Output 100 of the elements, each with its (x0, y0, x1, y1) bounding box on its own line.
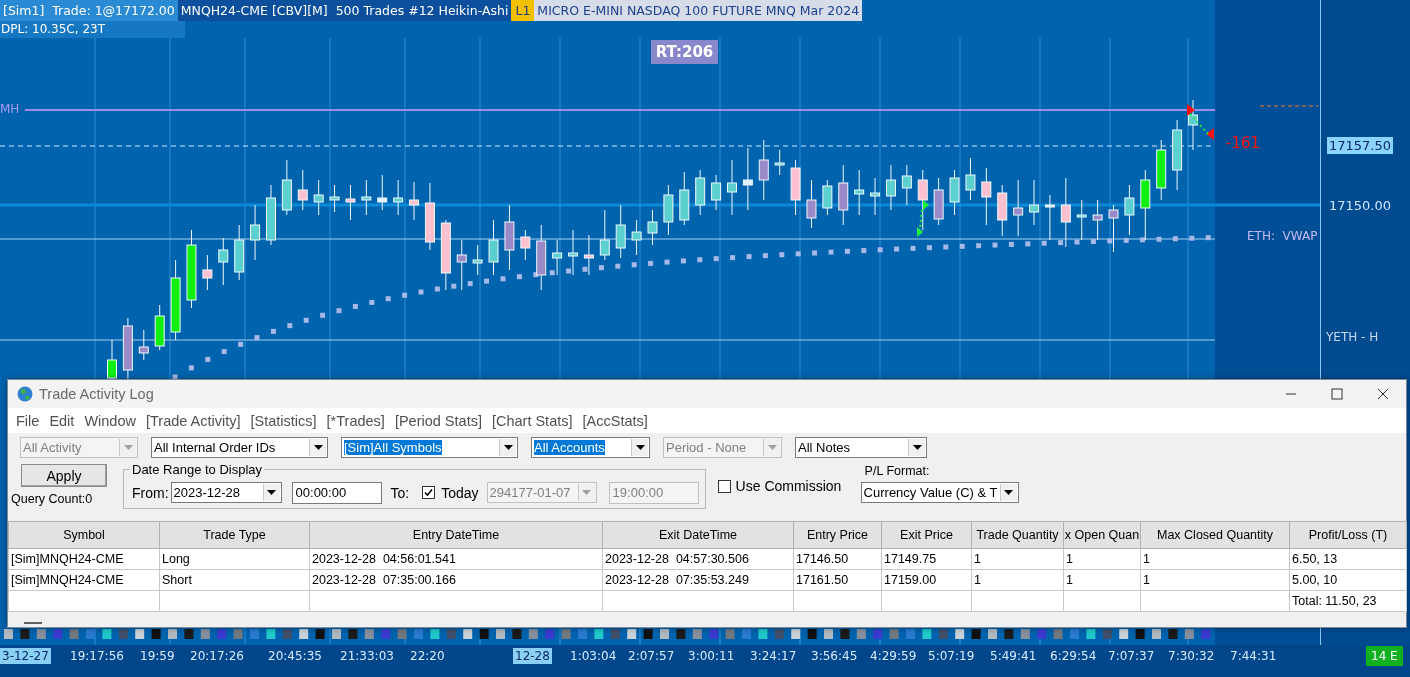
dropdown[interactable]: Currency Value (C) & T (860, 482, 1019, 503)
candlestick (727, 159, 737, 216)
table-cell: [Sim]MNQH24-CME (8, 569, 160, 591)
candlestick (742, 147, 753, 211)
trade-marker-icon (923, 200, 929, 210)
line-label: YETH - H (1326, 330, 1379, 344)
candlestick (1172, 119, 1183, 191)
candlestick (917, 169, 928, 231)
column-header[interactable]: Entry Price (793, 521, 882, 549)
column-header[interactable]: Exit DateTime (602, 521, 794, 549)
candlestick (663, 184, 674, 236)
format-label: P/L Format: (864, 464, 931, 478)
close-icon (1377, 388, 1389, 400)
symbol-label: MNQH24-CME [CBV][M] 500 Trades #12 Heikin-Ashi (177, 0, 512, 21)
time-label: 5:07:19 (927, 648, 976, 664)
splitter-handle-icon[interactable] (24, 621, 42, 625)
candlestick (488, 219, 499, 276)
dropdown[interactable]: 294177-01-07 (486, 482, 597, 503)
menu-item[interactable]: [Chart Stats] (488, 412, 580, 429)
candlestick (1156, 139, 1167, 201)
candlestick (1108, 204, 1119, 253)
trade-marker-icon (1187, 104, 1195, 116)
candlestick (854, 169, 865, 216)
candlestick (345, 184, 356, 221)
table-cell: 2023-12-28 07:35:00.166 (309, 569, 603, 591)
time-label: 7:30:32 (1167, 648, 1216, 664)
table-cell: 17146.50 (793, 548, 882, 570)
menu-item[interactable]: [Trade Activity] (142, 412, 248, 429)
candlestick (679, 171, 690, 226)
dropdown-arrow-icon (912, 445, 922, 450)
time-label: 5:49:41 (989, 648, 1038, 664)
today-label: Today (441, 484, 479, 501)
dropdown-arrow-icon (635, 445, 645, 450)
candlestick (1044, 194, 1055, 241)
use-commission-checkbox[interactable] (717, 479, 731, 493)
candlestick (965, 157, 976, 201)
dropdown-arrow-icon (1004, 490, 1014, 495)
candlestick (536, 224, 547, 291)
dropdown-arrow-icon (582, 490, 592, 495)
to-label: To: (390, 484, 410, 501)
time-label: 12-28 (513, 648, 552, 664)
candlestick (647, 209, 658, 246)
table-cell: 2023-12-28 04:56:01.541 (309, 548, 603, 570)
time-field[interactable]: 00:00:00 (291, 481, 382, 504)
today-checkbox[interactable] (422, 486, 436, 499)
column-header[interactable]: Symbol (8, 521, 160, 549)
column-header[interactable]: x Open Quan (1063, 521, 1141, 549)
candlestick (154, 304, 165, 351)
window-title: Trade Activity Log (39, 386, 155, 402)
column-header[interactable]: Trade Type (159, 521, 310, 549)
menu-item[interactable]: [*Trades] (323, 412, 392, 429)
candlestick (552, 239, 563, 276)
candlestick (520, 229, 531, 261)
trade-connector-line (919, 209, 923, 229)
candlestick (583, 234, 594, 276)
candlestick (822, 179, 833, 216)
table-cell: 2023-12-28 04:57:30.506 (602, 548, 794, 570)
column-header[interactable]: Profit/Loss (T) (1289, 521, 1407, 549)
column-header[interactable]: Trade Quantity (971, 521, 1064, 549)
candlestick (409, 181, 420, 221)
time-field[interactable]: 19:00:00 (608, 481, 699, 504)
dropdown[interactable]: [Sim]All Symbols (341, 437, 518, 458)
price-label: 17157.50 (1327, 137, 1394, 154)
time-label: 2:07:57 (627, 648, 676, 664)
candlestick (695, 169, 706, 216)
menu-item[interactable]: Edit (46, 412, 82, 429)
candlestick (456, 239, 467, 291)
candlestick (870, 177, 881, 216)
apply-button[interactable]: Apply (21, 464, 107, 487)
dpl-label: DPL: 10.35C, 23T (0, 21, 185, 38)
menu-item[interactable]: [Period Stats] (391, 412, 489, 429)
dropdown[interactable]: All Notes (795, 437, 927, 458)
table-cell: 2023-12-28 07:35:53.249 (602, 569, 794, 591)
candlestick (568, 229, 578, 276)
time-label: 3-12-27 (0, 648, 51, 664)
menu-item[interactable]: [Statistics] (247, 412, 324, 429)
time-label: 20:17:26 (189, 648, 245, 664)
candlestick (711, 174, 722, 211)
menu-item[interactable]: [AccStats] (579, 412, 655, 429)
dropdown[interactable]: 2023-12-28 (170, 482, 282, 503)
candlestick (281, 159, 292, 216)
candlestick (1124, 184, 1135, 236)
checkbox-label: Use Commission (735, 478, 842, 494)
from-label: From: (132, 484, 169, 501)
column-header[interactable]: Max Closed Quantity (1140, 521, 1290, 549)
column-header[interactable]: Entry DateTime (309, 521, 603, 549)
candlestick (599, 209, 610, 261)
candlestick (981, 167, 992, 226)
dropdown[interactable]: All Accounts (531, 437, 650, 458)
dropdown-arrow-icon (123, 445, 133, 450)
column-header[interactable]: Exit Price (881, 521, 972, 549)
candlestick (933, 177, 944, 226)
menu-item[interactable]: File (13, 412, 47, 429)
trade-connector-line (1189, 113, 1209, 135)
time-label: 21:33:03 (339, 648, 395, 664)
candlestick (1060, 177, 1071, 248)
table-cell: 17159.00 (881, 569, 972, 591)
menu-item[interactable]: Window (81, 412, 143, 429)
candlestick (377, 174, 388, 211)
dropdown[interactable]: All Internal Order IDs (151, 437, 328, 458)
